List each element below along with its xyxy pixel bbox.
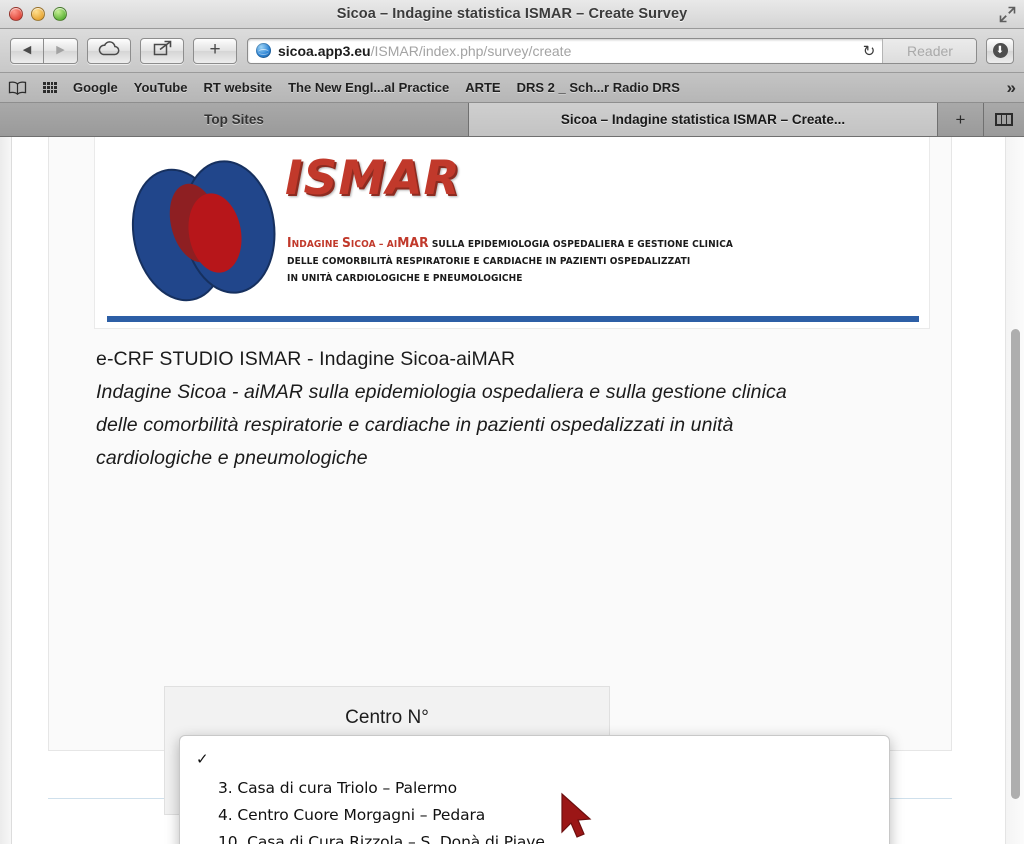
address-bar[interactable]: sicoa.app3.eu /ISMAR/index.php/survey/cr… [247,37,977,64]
plus-icon: + [209,39,221,60]
bookmarks-bar: Google YouTube RT website The New Engl..… [0,73,1024,103]
survey-description-line-3: cardiologiche e pneumologiche [96,447,368,469]
back-arrow-icon: ◀ [22,44,32,56]
banner-blue-rule [107,316,919,322]
safari-window: Sicoa – Indagine statistica ISMAR – Crea… [0,0,1024,845]
tab-top-sites[interactable]: Top Sites [0,103,469,136]
zoom-button[interactable] [53,7,67,21]
new-tab-button[interactable]: + [193,37,237,64]
survey-intro: e-CRF STUDIO ISMAR - Indagine Sicoa-aiMA… [96,343,906,475]
survey-heading: e-CRF STUDIO ISMAR - Indagine Sicoa-aiMA… [96,348,516,370]
window-title: Sicoa – Indagine statistica ISMAR – Crea… [336,6,688,22]
dropdown-option-4[interactable]: 4. Centro Cuore Morgagni – Pedara [180,801,889,828]
back-button[interactable]: ◀ [10,37,44,64]
tab-overview-icon [995,113,1013,126]
downloads-button[interactable]: ⬇ [986,37,1014,64]
logo-subtitle-line-1: INDAGINE SICOA – AIMAR SULLA EPIDEMIOLOG… [287,236,734,251]
icloud-tabs-button[interactable] [87,37,131,64]
logo-subtitle: INDAGINE SICOA – AIMAR SULLA EPIDEMIOLOG… [287,235,889,287]
tab-overview-button[interactable] [984,103,1024,136]
icloud-icon [98,40,120,61]
url-host: sicoa.app3.eu [278,42,371,59]
bookmark-youtube[interactable]: YouTube [134,80,188,95]
scrollbar-thumb[interactable] [1011,329,1020,799]
bookmark-nejm[interactable]: The New Engl...al Practice [288,80,449,95]
bookmark-arte[interactable]: ARTE [465,80,500,95]
share-icon [153,40,172,61]
ismar-lungs-heart-logo-icon [131,160,276,302]
share-button[interactable] [140,37,184,64]
website-globe-icon [256,43,271,58]
top-sites-grid-icon[interactable] [43,81,57,94]
add-tab-button[interactable]: + [938,103,984,136]
logo-wordmark: ISMAR [285,151,461,206]
page-content: ISMAR INDAGINE SICOA – AIMAR SULLA EPIDE… [12,137,1005,844]
reader-button[interactable]: Reader [882,38,976,63]
navigation-buttons: ◀ ▶ [10,37,78,64]
forward-arrow-icon: ▶ [56,44,65,56]
bookmark-google[interactable]: Google [73,80,118,95]
dropdown-option-3[interactable]: 3. Casa di cura Triolo – Palermo [180,774,889,801]
download-icon: ⬇ [992,43,1008,58]
dropdown-option-10[interactable]: 10. Casa di Cura Rizzola – S. Donà di Pi… [180,828,889,845]
page-viewport: ISMAR INDAGINE SICOA – AIMAR SULLA EPIDE… [0,137,1024,844]
centro-number-label: Centro N° [345,707,429,728]
close-button[interactable] [9,7,23,21]
centro-select-dropdown[interactable]: 3. Casa di cura Triolo – Palermo 4. Cent… [179,735,890,844]
logo-subtitle-line-2: DELLE COMORBILITÀ RESPIRATORIE E CARDIAC… [287,256,691,267]
tab-bar: Top Sites Sicoa – Indagine statistica IS… [0,103,1024,137]
survey-description-line-1: Indagine Sicoa - aiMAR sulla epidemiolog… [96,381,787,403]
page-left-margin [0,137,12,844]
reload-icon[interactable]: ↻ [856,42,882,60]
tab-sicoa-create-survey[interactable]: Sicoa – Indagine statistica ISMAR – Crea… [469,103,938,136]
url-path: /ISMAR/index.php/survey/create [370,42,572,59]
minimize-button[interactable] [31,7,45,21]
bookmark-rt-website[interactable]: RT website [203,80,272,95]
dropdown-option-empty[interactable] [180,744,889,774]
bookmark-drs2[interactable]: DRS 2 _ Sch...r Radio DRS [517,80,680,95]
ismar-logo-banner: ISMAR INDAGINE SICOA – AIMAR SULLA EPIDE… [94,137,930,329]
book-icon[interactable] [8,81,27,95]
vertical-scrollbar[interactable] [1005,137,1024,844]
window-titlebar: Sicoa – Indagine statistica ISMAR – Crea… [0,0,1024,29]
bookmarks-overflow-icon[interactable]: » [1007,78,1016,98]
logo-subtitle-line-3: IN UNITÀ CARDIOLOGICHE E PNEUMOLOGICHE [287,273,523,284]
browser-toolbar: ◀ ▶ + sicoa.app3.eu /ISMAR/index.php/sur… [0,29,1024,73]
survey-description-line-2: delle comorbilità respiratorie e cardiac… [96,414,734,436]
forward-button[interactable]: ▶ [44,37,78,64]
traffic-lights [9,7,67,21]
fullscreen-icon[interactable] [996,3,1018,25]
